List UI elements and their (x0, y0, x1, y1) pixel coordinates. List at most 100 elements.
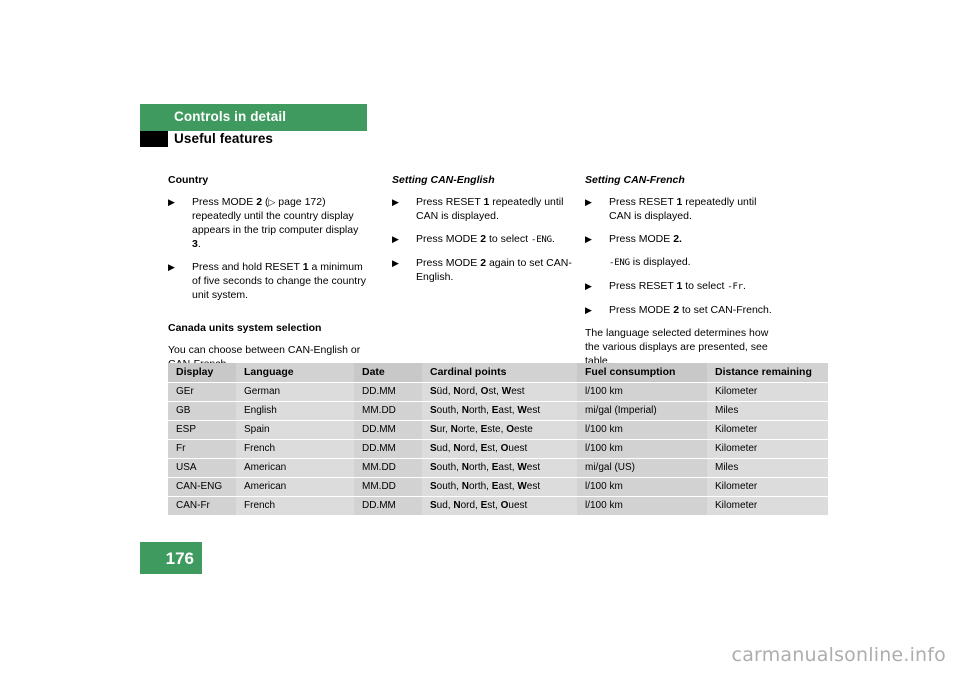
text-run: . (551, 233, 555, 245)
cell-display: ESP (168, 420, 236, 440)
cell-cardinal-points: Süd, Nord, Ost, West (422, 382, 577, 402)
cardinal-rest: uest (508, 443, 528, 454)
cell-distance-remaining: Kilometer (707, 496, 828, 516)
cell-date: DD.MM (354, 439, 422, 459)
heading-canada-units: Canada units system selection (168, 322, 322, 334)
list-item: ▶ Press MODE 2 to set CAN-French. (585, 303, 781, 317)
cardinal-rest: outh, (436, 462, 462, 473)
text-run: to select (486, 233, 531, 245)
column-left: Country ▶ Press MODE 2 (▷ page 172) repe… (168, 173, 369, 380)
list-item: ▶ Press MODE 2 to select -ENG. (392, 232, 572, 247)
column-header-fuel-consumption: Fuel consumption (577, 363, 707, 383)
bullet-text: Press MODE 2 to set CAN-French. (609, 304, 772, 316)
bullet-text: Press MODE 2 to select -ENG. (416, 233, 555, 245)
bullet-triangle-icon: ▶ (392, 234, 399, 244)
section-title: Useful features (174, 131, 274, 146)
cell-distance-remaining: Kilometer (707, 382, 828, 402)
cardinal-initial: N (461, 405, 469, 416)
column-header-language: Language (236, 363, 354, 383)
cardinal-rest: est (511, 386, 525, 397)
bullet-text: Press RESET 1 to select -Fr. (609, 280, 746, 292)
bullet-triangle-icon: ▶ (585, 281, 592, 291)
cell-cardinal-points: Sur, Norte, Este, Oeste (422, 420, 577, 440)
text-run: . (197, 238, 201, 250)
cardinal-initial: S (430, 386, 437, 397)
cardinal-rest: ast, (498, 405, 518, 416)
cell-fuel-consumption: l/100 km (577, 477, 707, 497)
list-item: ▶ Press RESET 1 repeatedly until CAN is … (392, 195, 572, 223)
column-middle: Setting CAN-English ▶ Press RESET 1 repe… (392, 173, 572, 293)
text-run: is displayed. (629, 256, 691, 268)
running-head-label: Controls in detail (174, 109, 287, 124)
cell-display: USA (168, 458, 236, 478)
cardinal-initial: N (453, 443, 461, 454)
cardinal-initial: N (453, 500, 461, 511)
text-run: Press and hold RESET (192, 261, 303, 273)
cardinal-rest: orth, (468, 481, 492, 492)
cardinal-rest: ord, (460, 386, 481, 397)
list-item: ▶ Press RESET 1 to select -Fr. (585, 279, 781, 294)
cardinal-initial: S (430, 481, 437, 492)
list-item: ▶ Press MODE 2. (585, 232, 781, 246)
cell-distance-remaining: Kilometer (707, 439, 828, 459)
cardinal-initial: S (430, 424, 437, 435)
text-run: Press RESET (609, 196, 677, 208)
cell-cardinal-points: Sud, Nord, Est, Ouest (422, 439, 577, 459)
control-ref: 2. (673, 233, 682, 245)
cell-language: French (236, 496, 354, 516)
text-run: Press MODE (416, 257, 481, 269)
cell-distance-remaining: Miles (707, 458, 828, 478)
table-body: GEr German DD.MM Süd, Nord, Ost, West l/100 … (168, 382, 828, 516)
list-item: ▶ Press MODE 2 (▷ page 172) repeatedly u… (168, 195, 369, 251)
cell-display: Fr (168, 439, 236, 459)
table-row: ESP Spain DD.MM Sur, Norte, Este, Oeste l/10… (168, 420, 828, 440)
cell-language: English (236, 401, 354, 421)
display-readout: -ENG (530, 235, 552, 245)
column-header-display: Display (168, 363, 236, 383)
cardinal-initial: N (461, 481, 469, 492)
display-readout: -Fr (727, 282, 743, 292)
cardinal-rest: ord, (460, 500, 481, 511)
cell-date: MM.DD (354, 458, 422, 478)
text-run: Press MODE (609, 233, 674, 245)
cell-display: CAN-ENG (168, 477, 236, 497)
cell-cardinal-points: South, North, East, West (422, 477, 577, 497)
cell-fuel-consumption: l/100 km (577, 496, 707, 516)
cell-language: American (236, 477, 354, 497)
language-settings-table: Display Language Date Cardinal points Fu… (168, 363, 828, 516)
text-run: . (742, 280, 746, 292)
cell-date: DD.MM (354, 496, 422, 516)
manual-page: Controls in detail Useful features Count… (0, 0, 960, 678)
cardinal-initial: S (430, 462, 437, 473)
cardinal-initial: S (430, 405, 437, 416)
text-run: Press RESET (609, 280, 677, 292)
watermark: carmanualsonline.info (731, 644, 946, 666)
cell-distance-remaining: Kilometer (707, 477, 828, 497)
cell-display: GEr (168, 382, 236, 402)
cardinal-initial: W (501, 386, 512, 397)
text-run: Press MODE (416, 233, 481, 245)
cardinal-rest: ast, (498, 462, 518, 473)
cardinal-rest: est (526, 462, 541, 473)
cell-distance-remaining: Miles (707, 401, 828, 421)
cardinal-rest: orte, (457, 424, 481, 435)
cell-cardinal-points: South, North, East, West (422, 458, 577, 478)
cell-language: Spain (236, 420, 354, 440)
cell-language: German (236, 382, 354, 402)
column-header-date: Date (354, 363, 422, 383)
cardinal-rest: ur, (436, 424, 451, 435)
table-row: CAN-Fr French DD.MM Sud, Nord, Est, Ouest l/… (168, 496, 828, 516)
bullet-triangle-icon: ▶ (585, 197, 592, 207)
cardinal-initial: W (517, 481, 527, 492)
heading-setting-can-english: Setting CAN-English (392, 174, 495, 186)
page-number-label: 176 (165, 549, 194, 568)
cell-cardinal-points: Sud, Nord, Est, Ouest (422, 496, 577, 516)
text-run: Press MODE (192, 196, 257, 208)
cardinal-initial: N (450, 424, 458, 435)
bullet-text: Press MODE 2 again to set CAN-English. (416, 257, 572, 283)
bullet-triangle-icon: ▶ (392, 258, 399, 268)
column-right: Setting CAN-French ▶ Press RESET 1 repea… (585, 173, 781, 377)
heading-country: Country (168, 174, 209, 186)
cardinal-rest: ast, (498, 481, 518, 492)
cell-language: American (236, 458, 354, 478)
